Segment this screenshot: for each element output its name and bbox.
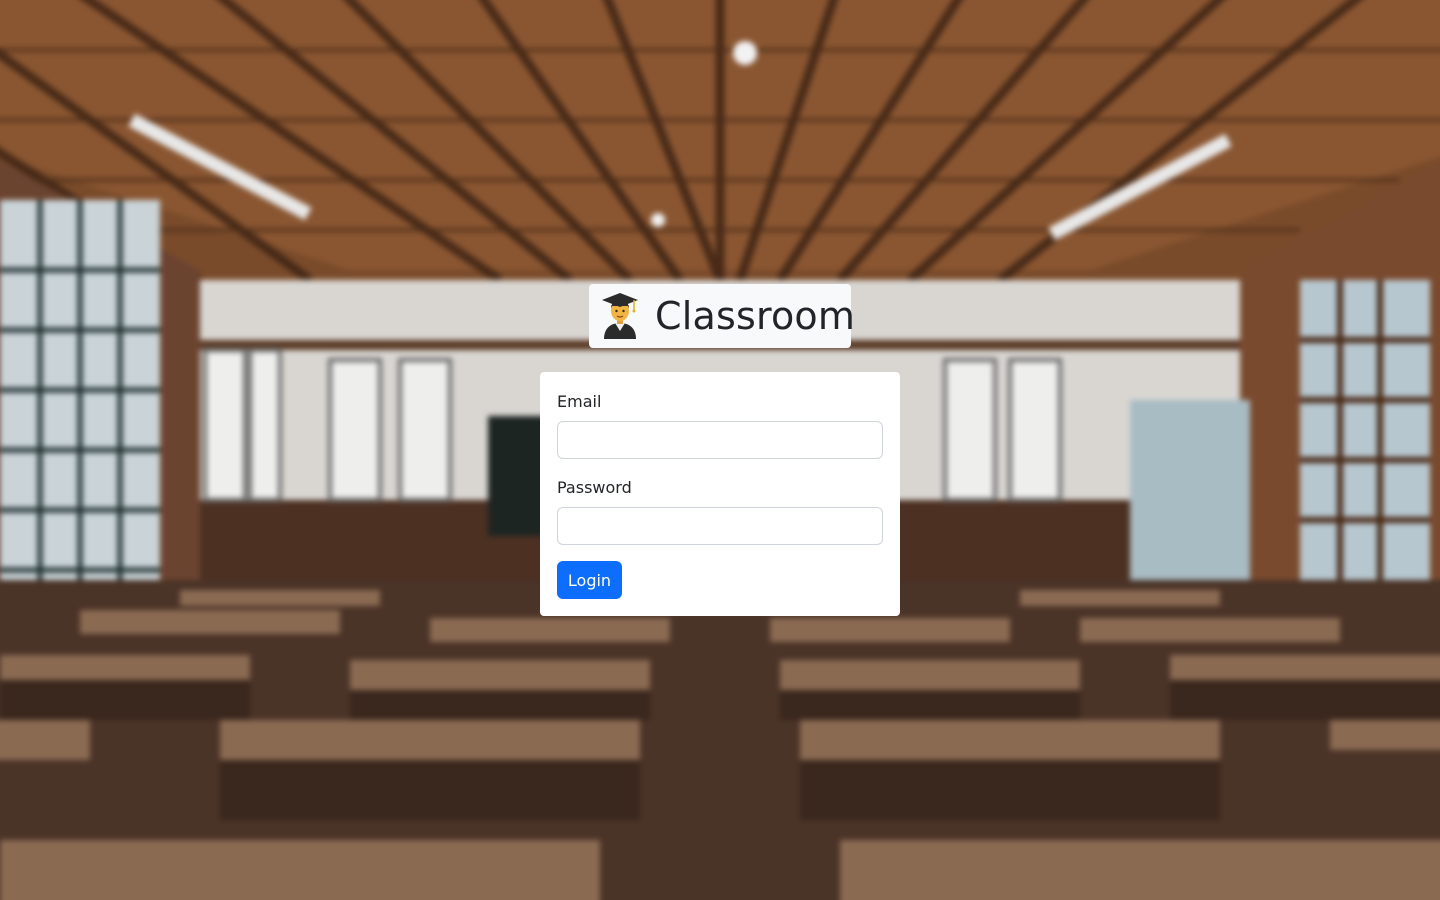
password-field[interactable]	[557, 507, 883, 545]
login-card: Email Password Login	[540, 372, 900, 616]
login-button[interactable]: Login	[557, 561, 622, 599]
brand-header: Classroom	[589, 284, 855, 348]
student-graduate-icon	[599, 292, 641, 340]
password-label: Password	[557, 478, 632, 497]
email-label: Email	[557, 392, 602, 411]
email-field[interactable]	[557, 421, 883, 459]
app-title: Classroom	[655, 294, 856, 338]
